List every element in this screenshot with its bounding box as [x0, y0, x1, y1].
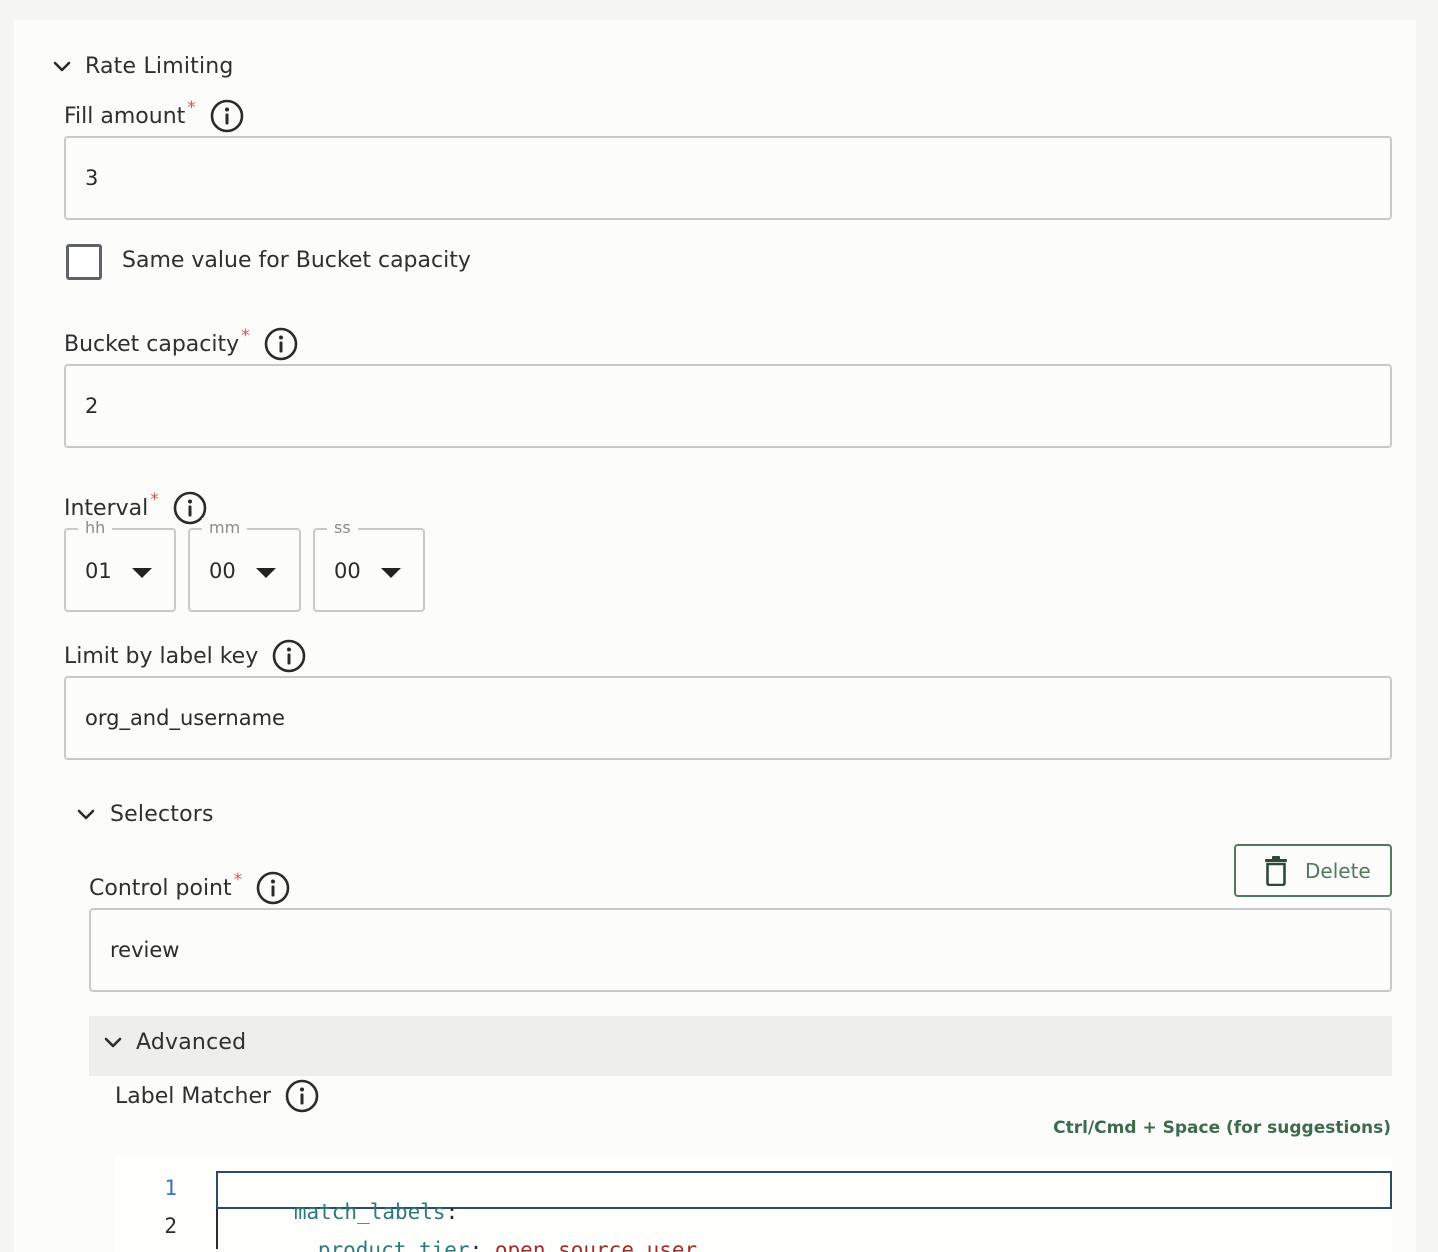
same-value-checkbox-label[interactable]: Same value for Bucket capacity [122, 248, 471, 273]
minutes-value: 00 [209, 559, 236, 583]
code-line-2: product_tier: open_source_user [242, 1214, 697, 1252]
info-icon[interactable] [210, 99, 244, 133]
fill-amount-value: 3 [85, 166, 99, 190]
required-mark: * [150, 490, 159, 510]
limit-by-label-key-label: Limit by label key [64, 643, 259, 669]
fill-amount-label-group: Fill amount * [64, 98, 244, 133]
limit-by-label-key-input[interactable]: org_and_username [64, 676, 1392, 760]
advanced-header: Advanced [101, 1030, 246, 1055]
caret-down-icon [132, 568, 152, 578]
fill-amount-label: Fill amount [64, 103, 186, 129]
rate-limiting-panel: Rate Limiting Fill amount * 3 Same value… [14, 20, 1416, 1252]
caret-down-icon [381, 568, 401, 578]
code-key: product_tier [317, 1238, 470, 1252]
info-icon[interactable] [272, 639, 306, 673]
code-colon: : [469, 1238, 483, 1252]
rate-limiting-title: Rate Limiting [85, 54, 234, 79]
interval-hours-select[interactable]: hh 01 [64, 518, 176, 612]
bucket-capacity-label-group: Bucket capacity * [64, 326, 298, 361]
label-matcher-label: Label Matcher [115, 1083, 272, 1109]
advanced-title: Advanced [136, 1030, 247, 1055]
required-mark: * [187, 98, 196, 118]
chevron-down-icon [50, 55, 74, 79]
trash-icon [1264, 855, 1288, 886]
delete-button-label: Delete [1305, 858, 1371, 883]
selectors-title: Selectors [110, 802, 214, 827]
label-matcher-editor[interactable]: 1 2 match_labels: product_tier: open_sou… [115, 1156, 1392, 1252]
interval-label: Interval [64, 495, 149, 521]
minutes-legend: mm [202, 518, 248, 538]
selectors-toggle[interactable]: Selectors [74, 802, 214, 827]
hours-legend: hh [78, 518, 113, 538]
delete-button[interactable]: Delete [1234, 844, 1392, 897]
bucket-capacity-input[interactable]: 2 [64, 364, 1392, 448]
limit-by-label-key-value: org_and_username [85, 706, 285, 730]
interval-seconds-select[interactable]: ss 00 [313, 518, 425, 612]
line-number: 2 [164, 1214, 177, 1238]
label-matcher-label-group: Label Matcher [115, 1079, 319, 1113]
bucket-capacity-label: Bucket capacity [64, 331, 240, 357]
info-icon[interactable] [264, 327, 298, 361]
control-point-label: Control point [89, 875, 232, 901]
required-mark: * [241, 326, 250, 346]
seconds-legend: ss [327, 518, 358, 538]
fill-amount-input[interactable]: 3 [64, 136, 1392, 220]
control-point-input[interactable]: review [89, 908, 1392, 992]
bucket-capacity-value: 2 [85, 394, 99, 418]
limit-by-label-key-label-group: Limit by label key [64, 639, 306, 673]
info-icon[interactable] [256, 871, 290, 905]
code-value: open_source_user [494, 1238, 698, 1252]
suggestions-hint: Ctrl/Cmd + Space (for suggestions) [1053, 1118, 1391, 1138]
chevron-down-icon [101, 1031, 125, 1055]
control-point-label-group: Control point * [89, 870, 290, 905]
caret-down-icon [256, 568, 276, 578]
seconds-value: 00 [334, 559, 361, 583]
rate-limiting-toggle[interactable]: Rate Limiting [50, 54, 234, 79]
info-icon[interactable] [285, 1079, 319, 1113]
control-point-value: review [110, 938, 180, 962]
same-value-checkbox[interactable] [66, 244, 102, 280]
hours-value: 01 [85, 559, 112, 583]
advanced-toggle[interactable]: Advanced [89, 1016, 1392, 1076]
interval-minutes-select[interactable]: mm 00 [188, 518, 301, 612]
required-mark: * [233, 870, 243, 890]
line-number: 1 [164, 1176, 177, 1200]
chevron-down-icon [74, 803, 98, 827]
